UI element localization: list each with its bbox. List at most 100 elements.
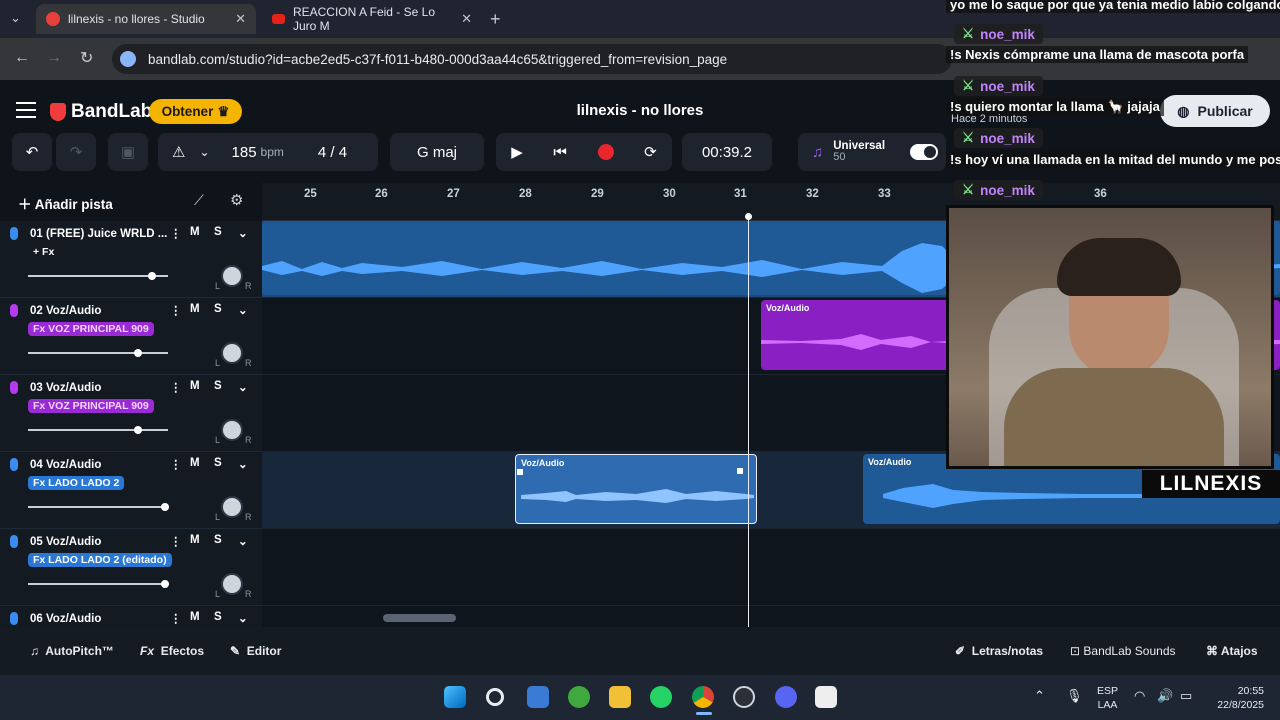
solo-button[interactable]: S xyxy=(214,534,222,546)
mic-icon[interactable] xyxy=(10,381,18,394)
pan-knob[interactable] xyxy=(221,419,243,441)
tab-list-button[interactable]: ⌄ xyxy=(10,10,21,26)
key-selector[interactable]: G maj xyxy=(390,133,484,171)
battery-icon[interactable]: ▭ xyxy=(1180,688,1192,704)
solo-button[interactable]: S xyxy=(214,226,222,238)
close-tab-icon[interactable]: ✕ xyxy=(235,11,246,27)
language-indicator[interactable]: ESP LAA xyxy=(1097,684,1118,712)
volume-slider-handle[interactable] xyxy=(161,580,170,588)
mastering-toggle[interactable] xyxy=(910,144,938,160)
pan-knob[interactable] xyxy=(221,573,243,595)
site-info-icon[interactable] xyxy=(120,51,136,67)
forward-icon[interactable]: → xyxy=(46,49,62,67)
mic-icon[interactable] xyxy=(10,304,18,317)
track-name[interactable]: 02 Voz/Audio xyxy=(30,305,101,317)
track-header[interactable]: 04 Voz/Audio ⋮ M S ⌄ Fx LADO LADO 2 L R xyxy=(0,452,262,529)
track-fx-tag[interactable]: + Fx xyxy=(28,245,59,259)
chevron-down-icon[interactable]: ⌄ xyxy=(238,611,248,625)
volume-slider[interactable] xyxy=(28,349,168,357)
wifi-icon[interactable]: ◠ xyxy=(1134,688,1145,704)
mic-icon[interactable] xyxy=(10,227,18,240)
track-menu-icon[interactable]: ⋮ xyxy=(170,534,182,548)
efectos-button[interactable]: Fx Efectos xyxy=(140,644,204,658)
track-header[interactable]: 03 Voz/Audio ⋮ M S ⌄ Fx VOZ PRINCIPAL 909 L R xyxy=(0,375,262,452)
audio-region-voz-04-selected[interactable]: Voz/Audio xyxy=(515,454,757,524)
track-header[interactable]: 02 Voz/Audio ⋮ M S ⌄ Fx VOZ PRINCIPAL 909 L R xyxy=(0,298,262,375)
mute-button[interactable]: M xyxy=(190,380,200,392)
mic-icon[interactable] xyxy=(10,612,18,625)
file-explorer-icon[interactable] xyxy=(609,686,631,708)
autopitch-button[interactable]: ♫ AutoPitch™ xyxy=(30,644,114,658)
chrome-icon[interactable] xyxy=(692,686,714,708)
time-signature[interactable]: 4 / 4 xyxy=(318,144,347,161)
mute-button[interactable]: M xyxy=(190,226,200,238)
microphone-tray-icon[interactable]: 🎙 xyxy=(1066,688,1083,704)
bandlab-sounds-button[interactable]: ⊡ BandLab Sounds xyxy=(1070,644,1176,658)
region-handle[interactable] xyxy=(517,469,523,475)
discord-icon[interactable] xyxy=(775,686,797,708)
mute-button[interactable]: M xyxy=(190,534,200,546)
widgets-icon[interactable] xyxy=(527,686,549,708)
time-display[interactable]: 00:39.2 xyxy=(682,133,772,171)
windows-start-icon[interactable] xyxy=(444,686,466,708)
volume-slider-handle[interactable] xyxy=(147,272,156,280)
search-icon[interactable] xyxy=(486,688,504,706)
pan-knob[interactable] xyxy=(221,496,243,518)
track-name[interactable]: 05 Voz/Audio xyxy=(30,536,101,548)
tab-youtube[interactable]: REACCION A Feid - Se Lo Juro M ✕ xyxy=(262,4,482,34)
bandlab-logo[interactable]: BandLab xyxy=(50,101,152,123)
region-handle[interactable] xyxy=(737,468,743,474)
input-monitor-button[interactable]: ▣ xyxy=(108,133,148,171)
chevron-down-icon[interactable]: ⌄ xyxy=(238,303,248,317)
editor-button[interactable]: ✎ Editor xyxy=(230,644,281,658)
volume-slider-handle[interactable] xyxy=(161,503,170,511)
loop-icon[interactable]: ⟳ xyxy=(644,143,657,161)
obtener-button[interactable]: Obtener ♛ xyxy=(149,99,242,124)
track-menu-icon[interactable]: ⋮ xyxy=(170,457,182,471)
chevron-down-icon[interactable]: ⌄ xyxy=(238,226,248,240)
metronome-icon[interactable]: ⚠ xyxy=(172,143,185,161)
mic-icon[interactable] xyxy=(10,535,18,548)
track-fx-tag[interactable]: Fx LADO LADO 2 xyxy=(28,476,125,490)
horizontal-scrollbar[interactable] xyxy=(383,614,456,622)
mute-button[interactable]: M xyxy=(190,303,200,315)
solo-button[interactable]: S xyxy=(214,380,222,392)
track-fx-tag[interactable]: Fx VOZ PRINCIPAL 909 xyxy=(28,399,154,413)
track-name[interactable]: 04 Voz/Audio xyxy=(30,459,101,471)
chevron-down-icon[interactable]: ⌄ xyxy=(238,457,248,471)
volume-slider[interactable] xyxy=(28,503,170,511)
volume-slider[interactable] xyxy=(28,580,170,588)
tempo-control[interactable]: ⚠ ⌄ 185 bpm 4 / 4 xyxy=(158,133,378,171)
tray-chevron-icon[interactable]: ⌃ xyxy=(1034,688,1045,704)
volume-slider-handle[interactable] xyxy=(134,349,143,357)
tempo-value[interactable]: 185 xyxy=(232,144,257,161)
track-menu-icon[interactable]: ⋮ xyxy=(170,303,182,317)
playhead-marker[interactable] xyxy=(745,213,752,220)
pan-knob[interactable] xyxy=(221,342,243,364)
solo-button[interactable]: S xyxy=(214,303,222,315)
menu-icon[interactable] xyxy=(16,102,36,118)
chevron-down-icon[interactable]: ⌄ xyxy=(238,534,248,548)
track-settings-icon[interactable]: ⚙ xyxy=(230,191,243,209)
skip-back-icon[interactable]: ⏮ xyxy=(553,144,567,161)
playhead[interactable] xyxy=(748,215,749,627)
whatsapp-icon[interactable] xyxy=(650,686,672,708)
back-icon[interactable]: ← xyxy=(14,49,30,67)
volume-slider-handle[interactable] xyxy=(134,426,143,434)
chevron-down-icon[interactable]: ⌄ xyxy=(199,145,209,159)
add-track-button[interactable]: ＋ Añadir pista xyxy=(18,193,113,213)
mute-button[interactable]: M xyxy=(190,457,200,469)
letras-button[interactable]: ✐ Letras/notas xyxy=(955,644,1043,658)
track-menu-icon[interactable]: ⋮ xyxy=(170,226,182,240)
obs-icon[interactable] xyxy=(733,686,755,708)
volume-slider[interactable] xyxy=(28,272,168,280)
redo-button[interactable]: ↷ xyxy=(56,133,96,171)
track-name[interactable]: 06 Voz/Audio xyxy=(30,613,101,625)
close-tab-icon[interactable]: ✕ xyxy=(461,11,472,27)
track-header[interactable]: 01 (FREE) Juice WRLD ... ⋮ M S ⌄ + Fx L R xyxy=(0,221,262,298)
volume-slider[interactable] xyxy=(28,426,168,434)
mute-button[interactable]: M xyxy=(190,611,200,623)
undo-button[interactable]: ↶ xyxy=(12,133,52,171)
mic-icon[interactable] xyxy=(10,458,18,471)
pan-knob[interactable] xyxy=(221,265,243,287)
